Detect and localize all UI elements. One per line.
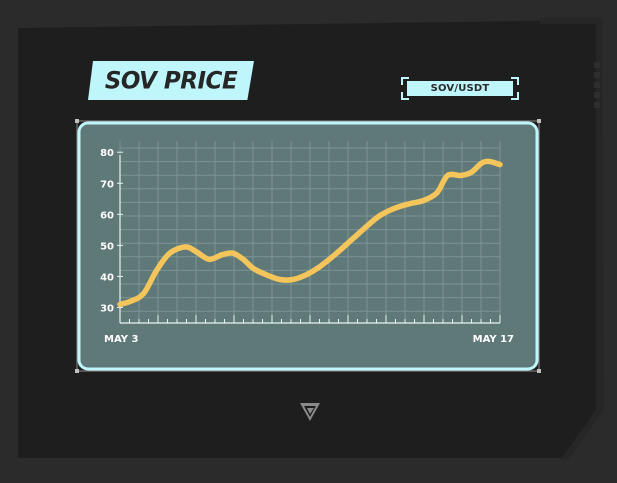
y-tick-label: 50 bbox=[100, 241, 114, 252]
y-tick-label: 60 bbox=[100, 210, 114, 221]
chart-grid bbox=[119, 141, 501, 323]
y-tick-label: 70 bbox=[100, 179, 114, 190]
sovryn-logo-icon bbox=[300, 403, 320, 421]
y-tick-label: 30 bbox=[100, 303, 114, 314]
y-tick-label: 80 bbox=[100, 148, 114, 159]
y-tick-label: 40 bbox=[100, 272, 114, 283]
x-label-start: MAY 3 bbox=[104, 334, 138, 345]
x-label-end: MAY 17 bbox=[473, 334, 514, 345]
plot-panel bbox=[77, 121, 539, 371]
